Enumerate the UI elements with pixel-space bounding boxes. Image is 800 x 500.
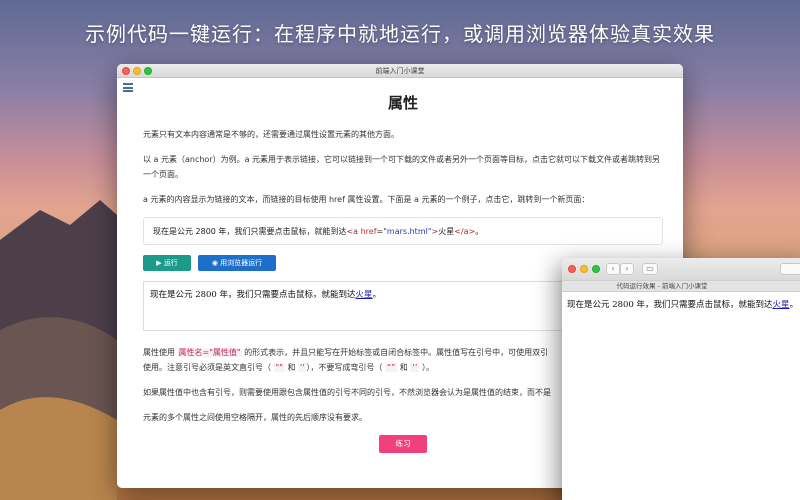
back-button[interactable]: ‹	[606, 263, 620, 275]
run-in-browser-label: 用浏览器运行	[220, 259, 263, 267]
syntax-line2c: ）。	[421, 363, 434, 372]
quote-chip-curly-double: “”	[384, 363, 398, 372]
paragraph-anchor: 以 a 元素（anchor）为例。a 元素用于表示链接，它可以链接到一个可下载的…	[143, 155, 661, 179]
syntax-line2b: ），不要写成弯引号（	[306, 363, 383, 372]
code-link-text: 火星	[438, 227, 455, 236]
browser-close-button[interactable]	[568, 265, 576, 273]
browser-tail: 。	[789, 300, 799, 310]
compass-icon: ◉	[211, 259, 218, 267]
chevron-right-icon: ›	[625, 264, 629, 273]
code-tag-open: <a	[346, 227, 359, 236]
syntax-text-a: 属性使用	[143, 348, 175, 357]
page-title: 属性	[387, 94, 418, 112]
syntax-and1: 和	[287, 363, 296, 372]
preview-tail: 。	[372, 290, 382, 300]
syntax-text-b: 的形式表示，并且只能写在开始标签或自闭合标签中。属性值写在引号中，可使用双引	[244, 348, 549, 357]
syntax-and2: 和	[399, 363, 408, 372]
quote-chip-double: ""	[273, 363, 285, 372]
run-button[interactable]: ▶ 运行	[143, 255, 191, 271]
browser-link[interactable]: 火星	[773, 300, 790, 310]
headline: 示例代码一键运行：在程序中就地运行，或调用浏览器体验真实效果	[85, 22, 715, 46]
window-title: 前端入门小课堂	[375, 67, 425, 75]
code-text: 现在是公元 2800 年，我们只需要点击鼠标，就能到达	[153, 227, 347, 236]
paragraph-intro: 元素只有文本内容通常是不够的，还需要通过属性设置元素的其他方面。	[143, 130, 399, 139]
browser-maximize-button[interactable]	[592, 265, 600, 273]
preview-link[interactable]: 火星	[356, 290, 373, 300]
main-titlebar: 前端入门小课堂	[117, 64, 683, 78]
code-value: "mars.html"	[383, 227, 432, 236]
forward-button[interactable]: ›	[620, 263, 634, 275]
syntax-line2a: 使用。注意引号必须是英文直引号（	[143, 363, 271, 372]
address-bar[interactable]	[780, 263, 800, 275]
run-button-label: 运行	[163, 259, 178, 267]
chevron-left-icon: ‹	[611, 264, 615, 273]
browser-minimize-button[interactable]	[580, 265, 588, 273]
sidebar-button[interactable]: ▭	[642, 263, 658, 275]
browser-text: 现在是公元 2800 年，我们只需要点击鼠标，就能到达	[567, 300, 773, 310]
practice-button[interactable]: 练习	[379, 435, 427, 453]
code-tag-end: </a>	[454, 227, 476, 236]
preview-text: 现在是公元 2800 年，我们只需要点击鼠标，就能到达	[150, 290, 356, 300]
paragraph-href: a 元素的内容显示为链接的文本，而链接的目标使用 href 属性设置。下面是 a…	[143, 195, 590, 204]
play-icon: ▶	[156, 259, 162, 267]
browser-toolbar: ‹ › ▭	[562, 258, 800, 280]
browser-window: ‹ › ▭ 代码运行效果 - 前端入门小课堂 现在是公元 2800 年，我们只需…	[562, 258, 800, 500]
code-example: 现在是公元 2800 年，我们只需要点击鼠标，就能到达<a href="mars…	[143, 217, 663, 245]
code-attr: href	[360, 227, 377, 236]
sidebar-icon: ▭	[646, 264, 654, 273]
browser-page: 现在是公元 2800 年，我们只需要点击鼠标，就能到达火星。	[562, 292, 800, 316]
browser-tab-title: 代码运行效果 - 前端入门小课堂	[562, 280, 800, 292]
code-tail: 。	[475, 227, 484, 236]
quote-chip-curly-single: ‘’	[410, 363, 420, 372]
syntax-code: 属性名="属性值"	[177, 348, 242, 357]
run-in-browser-button[interactable]: ◉ 用浏览器运行	[198, 255, 276, 271]
menu-icon[interactable]	[123, 83, 133, 92]
